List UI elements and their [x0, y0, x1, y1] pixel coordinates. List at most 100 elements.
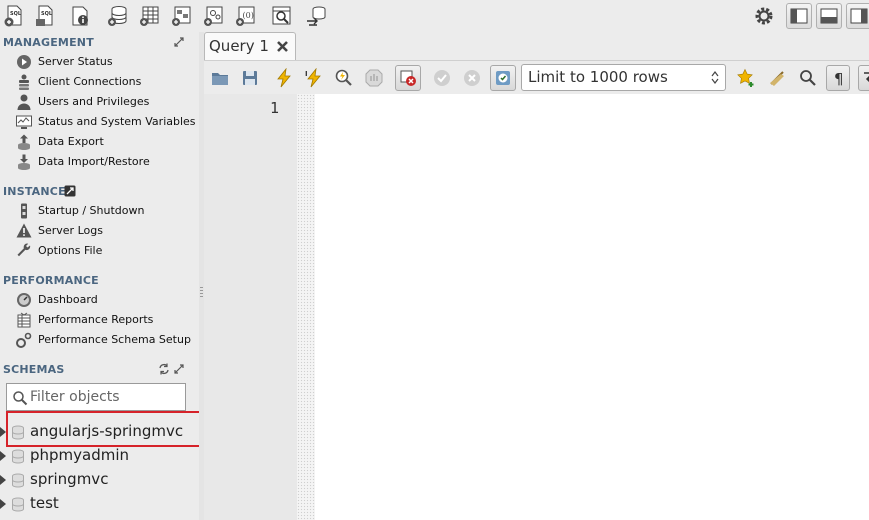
schema-item-springmvc[interactable]: springmvc — [0, 469, 199, 491]
refresh-schemas-icon[interactable] — [158, 363, 170, 375]
nav-performance-reports[interactable]: Performance Reports — [15, 311, 199, 329]
nav-label: Dashboard — [38, 293, 98, 306]
database-icon — [12, 473, 24, 488]
nav-label: Data Import/Restore — [38, 155, 150, 168]
find-replace-icon[interactable] — [798, 68, 818, 88]
toggle-invisible-chars-icon[interactable]: ¶ — [826, 65, 850, 91]
database-icon — [12, 497, 24, 512]
download-icon — [15, 153, 33, 171]
nav-label: Options File — [38, 244, 103, 257]
toggle-word-wrap-icon[interactable] — [858, 65, 869, 91]
code-fold-margin — [297, 94, 315, 520]
close-icon[interactable] — [276, 40, 289, 53]
svg-text:SQL: SQL — [41, 11, 53, 17]
save-icon[interactable] — [240, 68, 260, 88]
limit-rows-value: Limit to 1000 rows — [528, 68, 668, 86]
nav-label: Server Status — [38, 55, 113, 68]
expand-section-icon[interactable] — [173, 36, 185, 48]
create-view-icon[interactable] — [170, 4, 194, 28]
execute-lightning-icon[interactable] — [274, 68, 294, 88]
add-snippet-star-icon[interactable] — [736, 68, 756, 88]
expand-arrow-icon[interactable] — [0, 475, 6, 485]
line-number-gutter: 1 — [204, 94, 297, 520]
nav-server-logs[interactable]: Server Logs — [15, 222, 199, 240]
schema-filter-box[interactable] — [6, 383, 186, 411]
schema-name: angularjs-springmvc — [30, 422, 184, 440]
nav-options-file[interactable]: Options File — [15, 242, 199, 260]
svg-text:(0): (0) — [243, 11, 254, 20]
svg-text:¶: ¶ — [834, 70, 844, 88]
limit-rows-select[interactable]: Limit to 1000 rows — [521, 64, 726, 91]
expand-arrow-icon[interactable] — [0, 451, 6, 461]
performance-section-title: PERFORMANCE — [3, 274, 99, 287]
open-sql-script-icon[interactable]: SQL — [33, 4, 57, 28]
schema-item-test[interactable]: test — [0, 493, 199, 515]
nav-label: Performance Reports — [38, 313, 154, 326]
nav-label: Data Export — [38, 135, 104, 148]
schema-item-phpmyadmin[interactable]: phpmyadmin — [0, 445, 199, 467]
create-table-icon[interactable] — [138, 4, 162, 28]
play-circle-icon — [15, 53, 33, 71]
nav-label: Startup / Shutdown — [38, 204, 145, 217]
tab-query-1[interactable]: Query 1 — [204, 32, 296, 60]
chevron-updown-icon — [711, 71, 719, 84]
warning-icon — [15, 222, 33, 240]
nav-server-status[interactable]: Server Status — [15, 53, 199, 71]
preferences-gear-icon[interactable] — [752, 4, 776, 28]
nav-label: Server Logs — [38, 224, 103, 237]
instance-section-title: INSTANCE — [3, 185, 66, 198]
beautify-broom-icon[interactable] — [768, 68, 788, 88]
nav-performance-schema-setup[interactable]: Performance Schema Setup — [15, 331, 199, 349]
search-table-data-icon[interactable] — [270, 4, 294, 28]
power-icon — [15, 202, 33, 220]
create-procedure-icon[interactable] — [202, 4, 226, 28]
create-function-icon[interactable]: (0) — [234, 4, 258, 28]
expand-section-icon[interactable] — [173, 363, 185, 375]
stop-icon[interactable] — [364, 68, 384, 88]
toggle-sidebar-icon[interactable] — [786, 3, 812, 29]
reconnect-icon[interactable] — [305, 4, 329, 28]
dashboard-icon — [15, 291, 33, 309]
management-section-title: MANAGEMENT — [3, 36, 94, 49]
nav-users-and-privileges[interactable]: Users and Privileges — [15, 93, 199, 111]
navigator-sidebar: MANAGEMENT Server Status Client Connecti… — [0, 32, 199, 520]
open-file-icon[interactable] — [210, 68, 230, 88]
schema-name: springmvc — [30, 470, 109, 488]
schema-name: test — [30, 494, 59, 512]
nav-status-system-variables[interactable]: Status and System Variables — [15, 113, 199, 131]
user-stack-icon — [15, 73, 33, 91]
nav-label: Users and Privileges — [38, 95, 150, 108]
filter-objects-input[interactable] — [30, 387, 180, 407]
upload-icon — [15, 133, 33, 151]
nav-startup-shutdown[interactable]: Startup / Shutdown — [15, 202, 199, 220]
create-schema-icon[interactable] — [106, 4, 130, 28]
wrench-icon — [15, 242, 33, 260]
expand-arrow-icon[interactable] — [0, 427, 6, 437]
rollback-icon[interactable] — [462, 68, 482, 88]
execute-current-statement-icon[interactable]: I — [304, 68, 324, 88]
toggle-output-icon[interactable] — [816, 3, 842, 29]
expand-arrow-icon[interactable] — [0, 499, 6, 509]
explain-icon[interactable] — [334, 68, 354, 88]
splitter-grip[interactable] — [200, 287, 203, 299]
monitor-icon — [15, 113, 33, 131]
database-icon — [12, 425, 24, 440]
commit-icon[interactable] — [432, 68, 452, 88]
toggle-stop-on-error-icon[interactable] — [395, 65, 421, 91]
sql-editor[interactable]: 1 — [204, 94, 869, 520]
schema-item-angularjs-springmvc[interactable]: angularjs-springmvc — [0, 421, 199, 443]
user-icon — [15, 93, 33, 111]
search-icon — [13, 391, 28, 406]
new-sql-tab-icon[interactable]: SQL — [2, 4, 26, 28]
nav-dashboard[interactable]: Dashboard — [15, 291, 199, 309]
toggle-autocommit-icon[interactable] — [490, 65, 516, 91]
tab-label: Query 1 — [209, 37, 269, 55]
inspector-icon[interactable] — [68, 4, 92, 28]
nav-label: Status and System Variables — [38, 115, 196, 128]
nav-client-connections[interactable]: Client Connections — [15, 73, 199, 91]
toggle-secondary-sidebar-icon[interactable] — [846, 3, 869, 29]
report-icon — [15, 311, 33, 329]
nav-data-import-restore[interactable]: Data Import/Restore — [15, 153, 199, 171]
nav-data-export[interactable]: Data Export — [15, 133, 199, 151]
database-icon — [12, 449, 24, 464]
